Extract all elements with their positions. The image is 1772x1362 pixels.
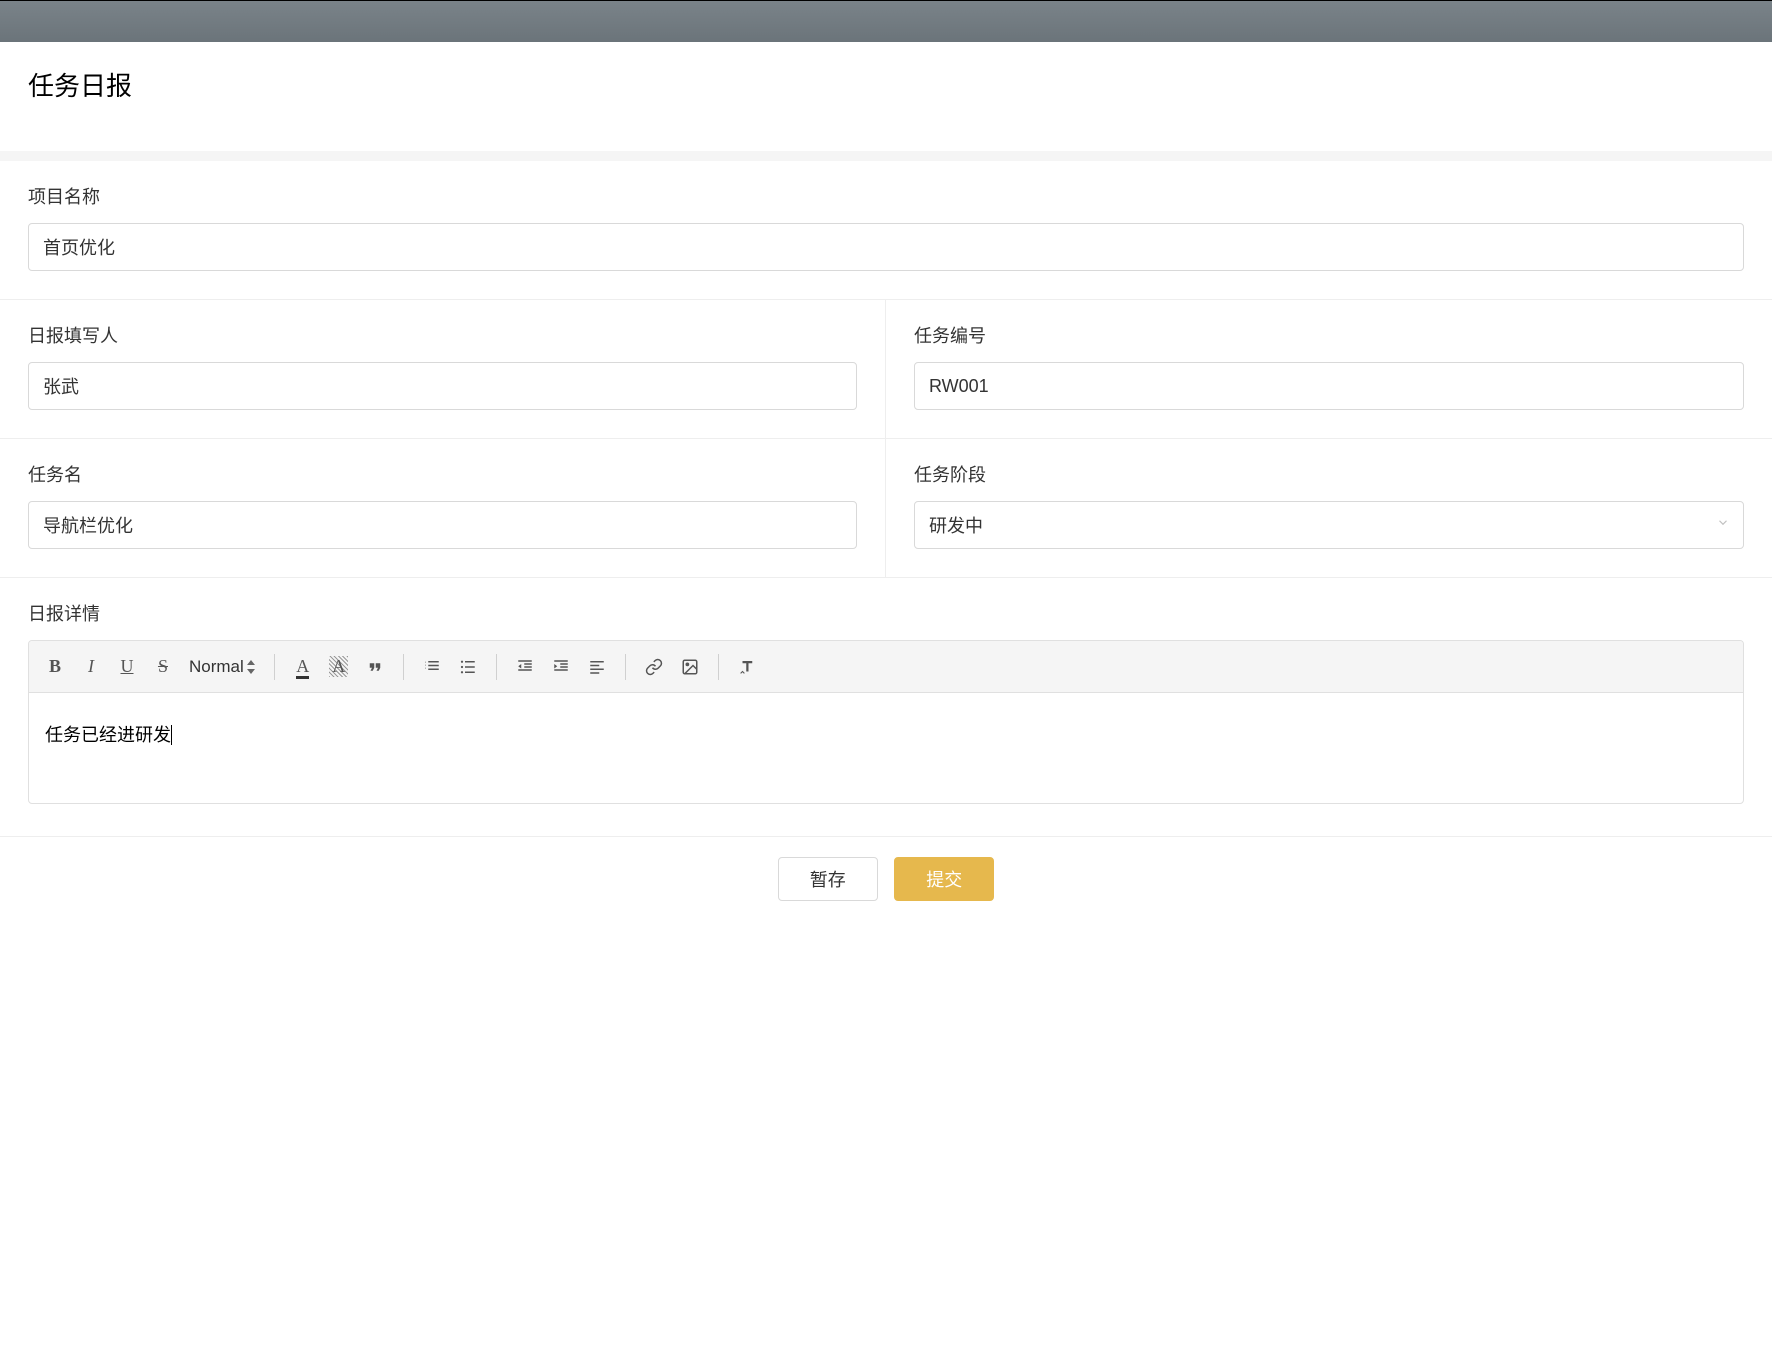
bold-button[interactable]: B — [39, 651, 71, 683]
field-task-name: 任务名 — [0, 439, 886, 578]
reporter-label: 日报填写人 — [28, 322, 857, 348]
clear-format-button[interactable] — [731, 651, 763, 683]
align-button[interactable] — [581, 651, 613, 683]
field-project-name: 项目名称 — [0, 161, 1772, 300]
toolbar-divider — [274, 654, 275, 680]
toolbar-divider — [718, 654, 719, 680]
button-bar: 暂存 提交 — [0, 836, 1772, 925]
toolbar-divider — [496, 654, 497, 680]
link-button[interactable] — [638, 651, 670, 683]
ordered-list-button[interactable] — [416, 651, 448, 683]
toolbar-divider — [403, 654, 404, 680]
field-task-no: 任务编号 — [886, 300, 1772, 439]
image-button[interactable] — [674, 651, 706, 683]
field-task-stage: 任务阶段 — [886, 439, 1772, 578]
submit-button[interactable]: 提交 — [894, 857, 994, 901]
task-name-label: 任务名 — [28, 461, 857, 487]
sort-icon — [246, 660, 256, 674]
task-stage-value[interactable] — [914, 501, 1744, 549]
save-draft-button[interactable]: 暂存 — [778, 857, 878, 901]
task-no-label: 任务编号 — [914, 322, 1744, 348]
task-stage-select[interactable] — [914, 501, 1744, 549]
field-details: 日报详情 B I U S Normal A A — [0, 578, 1772, 836]
underline-button[interactable]: U — [111, 651, 143, 683]
task-stage-label: 任务阶段 — [914, 461, 1744, 487]
rich-editor: B I U S Normal A A — [28, 640, 1744, 804]
reporter-input[interactable] — [28, 362, 857, 410]
field-reporter: 日报填写人 — [0, 300, 886, 439]
task-name-input[interactable] — [28, 501, 857, 549]
form-section: 项目名称 日报填写人 任务编号 任务名 任务阶段 — [0, 161, 1772, 578]
italic-button[interactable]: I — [75, 651, 107, 683]
indent-button[interactable] — [545, 651, 577, 683]
quote-button[interactable] — [359, 651, 391, 683]
outdent-button[interactable] — [509, 651, 541, 683]
details-label: 日报详情 — [28, 600, 1744, 626]
font-color-button[interactable]: A — [287, 651, 319, 683]
format-select-label: Normal — [189, 657, 244, 677]
strikethrough-button[interactable]: S — [147, 651, 179, 683]
editor-toolbar: B I U S Normal A A — [29, 641, 1743, 693]
unordered-list-button[interactable] — [452, 651, 484, 683]
project-name-label: 项目名称 — [28, 183, 1744, 209]
background-color-button[interactable]: A — [323, 651, 355, 683]
format-select[interactable]: Normal — [183, 651, 262, 683]
page-title: 任务日报 — [28, 66, 1744, 103]
top-bar — [0, 0, 1772, 42]
task-no-input[interactable] — [914, 362, 1744, 410]
header-section: 任务日报 — [0, 42, 1772, 161]
project-name-input[interactable] — [28, 223, 1744, 271]
editor-content[interactable]: 任务已经进研发 — [29, 693, 1743, 803]
toolbar-divider — [625, 654, 626, 680]
